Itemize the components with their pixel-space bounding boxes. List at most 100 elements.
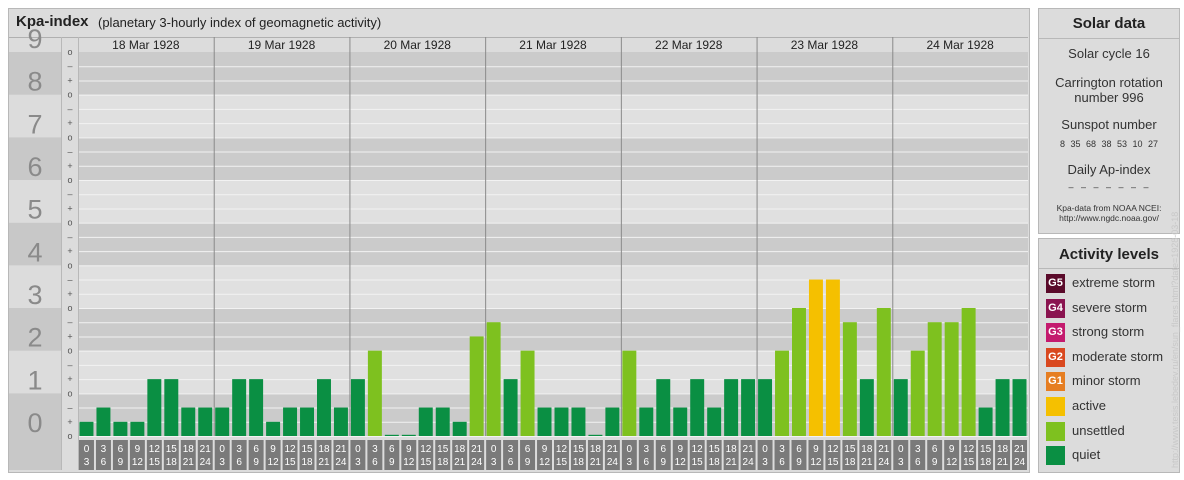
interval-end-label: 12 (403, 457, 415, 468)
interval-end-label: 9 (796, 457, 802, 468)
interval-start-label: 12 (420, 444, 432, 455)
interval-end-label: 6 (779, 457, 785, 468)
interval-end-label: 6 (508, 457, 514, 468)
interval-start-label: 12 (827, 444, 839, 455)
kp-bar (673, 407, 688, 436)
y-tick-label: 5 (27, 195, 42, 225)
interval-start-label: 18 (861, 444, 873, 455)
kp-bar (164, 379, 179, 436)
interval-start-label: 12 (692, 444, 704, 455)
interval-start-label: 21 (878, 444, 890, 455)
interval-start-label: 0 (762, 444, 768, 455)
interval-end-label: 9 (525, 457, 531, 468)
day-label: 22 Mar 1928 (655, 38, 723, 52)
kp-bar (571, 407, 586, 436)
interval-start-label: 21 (471, 444, 483, 455)
interval-end-label: 6 (372, 457, 378, 468)
interval-start-label: 18 (454, 444, 466, 455)
minor-tick-label: o (67, 90, 72, 100)
interval-end-label: 12 (539, 457, 551, 468)
interval-end-label: 21 (861, 457, 873, 468)
interval-start-label: 12 (556, 444, 568, 455)
interval-end-label: 15 (420, 457, 432, 468)
interval-end-label: 3 (627, 457, 633, 468)
minor-tick-label: + (67, 75, 72, 85)
legend-swatch: G2 (1046, 347, 1065, 367)
kp-bar (944, 322, 959, 436)
kp-bar (350, 379, 365, 436)
kp-bar (452, 421, 467, 436)
minor-tick-label: – (67, 360, 72, 370)
legend-swatch (1046, 421, 1065, 441)
minor-tick-label: + (67, 203, 72, 213)
interval-end-label: 12 (132, 457, 144, 468)
interval-start-label: 21 (200, 444, 212, 455)
minor-tick-label: o (67, 218, 72, 228)
watermark-url: http://www.tesis.lebedev.ru/en/sun_flare… (1170, 211, 1180, 468)
interval-end-label: 9 (660, 457, 666, 468)
sunspot-values: 8 35 68 38 53 10 27 (1059, 139, 1159, 149)
carrington-rotation-line1: Carrington rotation (1055, 75, 1163, 90)
minor-tick-label: – (67, 403, 72, 413)
interval-end-label: 3 (762, 457, 768, 468)
interval-start-label: 9 (813, 444, 819, 455)
minor-tick-label: o (67, 47, 72, 57)
minor-tick-label: – (67, 104, 72, 114)
ap-index-title: Daily Ap-index (1067, 162, 1151, 177)
minor-tick-label: o (67, 132, 72, 142)
kp-bar (300, 407, 314, 436)
interval-end-label: 24 (878, 457, 890, 468)
interval-end-label: 12 (946, 457, 958, 468)
legend-label: minor storm (1072, 373, 1141, 389)
y-label-band-base (9, 436, 61, 470)
interval-start-label: 9 (542, 444, 548, 455)
interval-end-label: 6 (644, 457, 650, 468)
interval-end-label: 24 (743, 457, 755, 468)
day-label: 18 Mar 1928 (112, 38, 180, 52)
interval-end-label: 3 (84, 457, 90, 468)
legend-label: moderate storm (1072, 348, 1164, 364)
solar-data-panel: Solar data Solar cycle 16 Carrington rot… (1038, 8, 1180, 234)
interval-start-label: 15 (301, 444, 313, 455)
minor-tick-label: + (67, 246, 72, 256)
interval-end-label: 24 (335, 457, 347, 468)
interval-end-label: 12 (268, 457, 280, 468)
legend-swatch: G3 (1046, 323, 1065, 343)
interval-start-label: 0 (84, 444, 90, 455)
minor-tick-label: o (67, 303, 72, 313)
interval-start-label: 9 (406, 444, 412, 455)
kp-bar (96, 407, 111, 436)
day-label: 20 Mar 1928 (384, 38, 452, 52)
interval-start-label: 15 (709, 444, 721, 455)
y-tick-label: 3 (27, 280, 42, 310)
interval-start-label: 9 (270, 444, 276, 455)
minor-tick-label: + (67, 118, 72, 128)
solar-data-title: Solar data (1039, 9, 1179, 39)
kp-bar (876, 308, 891, 436)
minor-tick-label: + (67, 289, 72, 299)
interval-end-label: 21 (318, 457, 330, 468)
interval-start-label: 21 (1014, 444, 1026, 455)
legend-label: active (1072, 398, 1106, 413)
minor-tick-label: + (67, 417, 72, 427)
legend-label: extreme storm (1072, 275, 1156, 290)
minor-tick-label: – (67, 275, 72, 285)
kp-bar (927, 322, 942, 436)
interval-start-label: 15 (980, 444, 992, 455)
day-label: 19 Mar 1928 (248, 38, 316, 52)
kp-bar (384, 434, 399, 436)
interval-start-label: 6 (932, 444, 938, 455)
kp-bar (724, 379, 739, 436)
y-tick-label: 2 (27, 323, 42, 353)
day-label: 21 Mar 1928 (519, 38, 587, 52)
interval-start-label: 0 (627, 444, 633, 455)
interval-start-label: 15 (437, 444, 449, 455)
source-line2: http://www.ngdc.noaa.gov/ (1059, 213, 1159, 223)
kp-bar (435, 407, 450, 436)
interval-start-label: 6 (525, 444, 531, 455)
y-tick-label: 8 (27, 67, 42, 97)
interval-end-label: 3 (355, 457, 361, 468)
interval-start-label: 3 (508, 444, 514, 455)
day-label: 24 Mar 1928 (926, 38, 994, 52)
interval-start-label: 3 (372, 444, 378, 455)
